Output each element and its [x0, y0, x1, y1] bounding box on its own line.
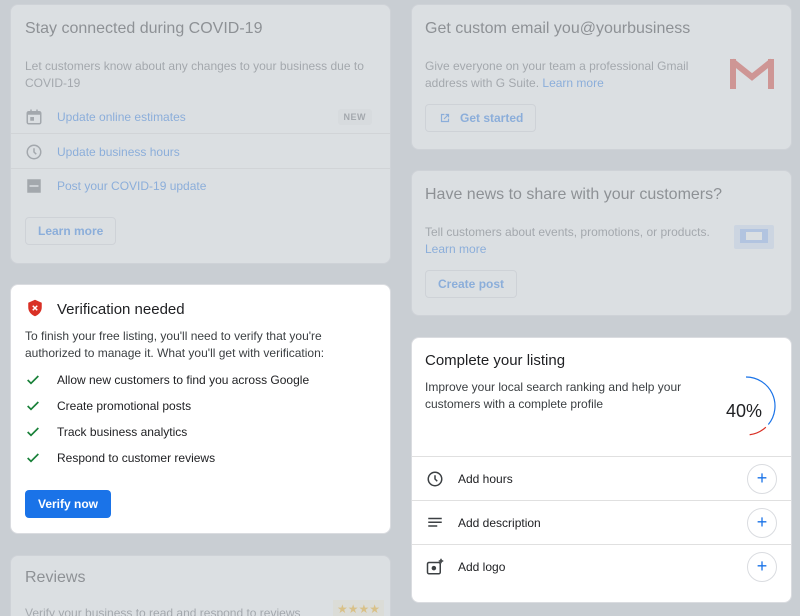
covid-item-update-hours[interactable]: Update business hours: [11, 135, 390, 169]
benefit-item: Create promotional posts: [25, 398, 191, 414]
post-icon: [27, 179, 41, 193]
email-learn-more-link[interactable]: Learn more: [542, 76, 603, 90]
task-add-logo[interactable]: Add logo +: [412, 544, 791, 588]
benefit-item: Respond to customer reviews: [25, 450, 215, 466]
covid-card-desc: Let customers know about any changes to …: [25, 59, 364, 90]
email-card-desc: Give everyone on your team a professiona…: [425, 58, 725, 92]
check-icon: [27, 453, 39, 463]
check-icon: [27, 375, 39, 385]
covid-card: Stay connected during COVID-19 Let custo…: [10, 4, 391, 264]
verification-card: Verification needed To finish your free …: [10, 284, 391, 534]
news-desc-text: Tell customers about events, promotions,…: [425, 225, 710, 239]
benefit-label: Respond to customer reviews: [57, 451, 216, 465]
get-started-button[interactable]: Get started: [425, 104, 537, 132]
task-add-hours[interactable]: Add hours +: [412, 456, 791, 500]
progress-arc-remaining: [749, 426, 767, 436]
check-icon: [27, 401, 39, 411]
button-label: Learn more: [38, 224, 104, 238]
benefit-label: Create promotional posts: [57, 399, 192, 413]
task-label: Add hours: [458, 471, 513, 486]
email-card: Get custom email you@yourbusiness Give e…: [411, 4, 792, 150]
progress-percent: 40%: [725, 401, 763, 421]
covid-learn-more-button[interactable]: Learn more: [25, 217, 117, 245]
task-label: Add description: [458, 515, 541, 530]
covid-item-update-estimates[interactable]: Update online estimates NEW: [11, 100, 390, 134]
new-badge: NEW: [337, 108, 372, 125]
verify-now-button[interactable]: Verify now: [25, 490, 111, 518]
add-logo-button[interactable]: +: [747, 551, 777, 582]
news-card: Have news to share with your customers? …: [411, 170, 792, 316]
covid-item-label: Update business hours: [57, 144, 180, 159]
verification-card-title: Verification needed: [57, 301, 185, 318]
clock-icon: [427, 471, 443, 486]
open-in-new-icon: [440, 113, 450, 123]
covid-item-label: Update online estimates: [57, 109, 186, 124]
clock-icon: [26, 144, 42, 159]
reviews-card: Reviews Verify your business to read and…: [10, 555, 391, 616]
complete-listing-title: Complete your listing: [425, 352, 566, 369]
news-card-desc: Tell customers about events, promotions,…: [425, 224, 715, 258]
complete-listing-desc: Improve your local search ranking and he…: [425, 380, 682, 411]
benefit-label: Track business analytics: [57, 425, 188, 439]
add-description-button[interactable]: +: [747, 507, 777, 538]
button-label: Create post: [438, 277, 505, 291]
verification-card-desc: To finish your free listing, you'll need…: [25, 329, 325, 360]
covid-card-title: Stay connected during COVID-19: [25, 20, 263, 37]
covid-item-label: Post your COVID-19 update: [57, 179, 207, 193]
complete-listing-card: Complete your listing Improve your local…: [411, 337, 792, 603]
benefit-label: Allow new customers to find you across G…: [57, 373, 310, 387]
stars-rating: ★★★★: [333, 600, 385, 616]
calendar-icon: [26, 109, 42, 124]
benefit-item: Allow new customers to find you across G…: [25, 372, 309, 388]
shield-error-icon: [28, 299, 42, 317]
reviews-card-title: Reviews: [25, 569, 86, 586]
covid-item-post-update[interactable]: Post your COVID-19 update: [11, 169, 390, 203]
add-hours-button[interactable]: +: [747, 463, 777, 494]
create-post-button[interactable]: Create post: [425, 270, 518, 298]
benefit-item: Track business analytics: [25, 424, 187, 440]
post-illustration-icon: [734, 225, 774, 249]
news-learn-more-link[interactable]: Learn more: [425, 242, 486, 256]
gmail-icon: [730, 58, 774, 89]
reviews-card-desc: Verify your business to read and respond…: [25, 606, 301, 616]
news-card-title: Have news to share with your customers?: [425, 186, 723, 203]
button-label: Get started: [460, 111, 524, 125]
description-icon: [428, 517, 442, 527]
add-photo-icon: [426, 558, 444, 574]
check-icon: [27, 427, 39, 437]
task-label: Add logo: [458, 559, 506, 574]
task-add-description[interactable]: Add description +: [412, 500, 791, 544]
email-card-title: Get custom email you@yourbusiness: [425, 20, 691, 37]
